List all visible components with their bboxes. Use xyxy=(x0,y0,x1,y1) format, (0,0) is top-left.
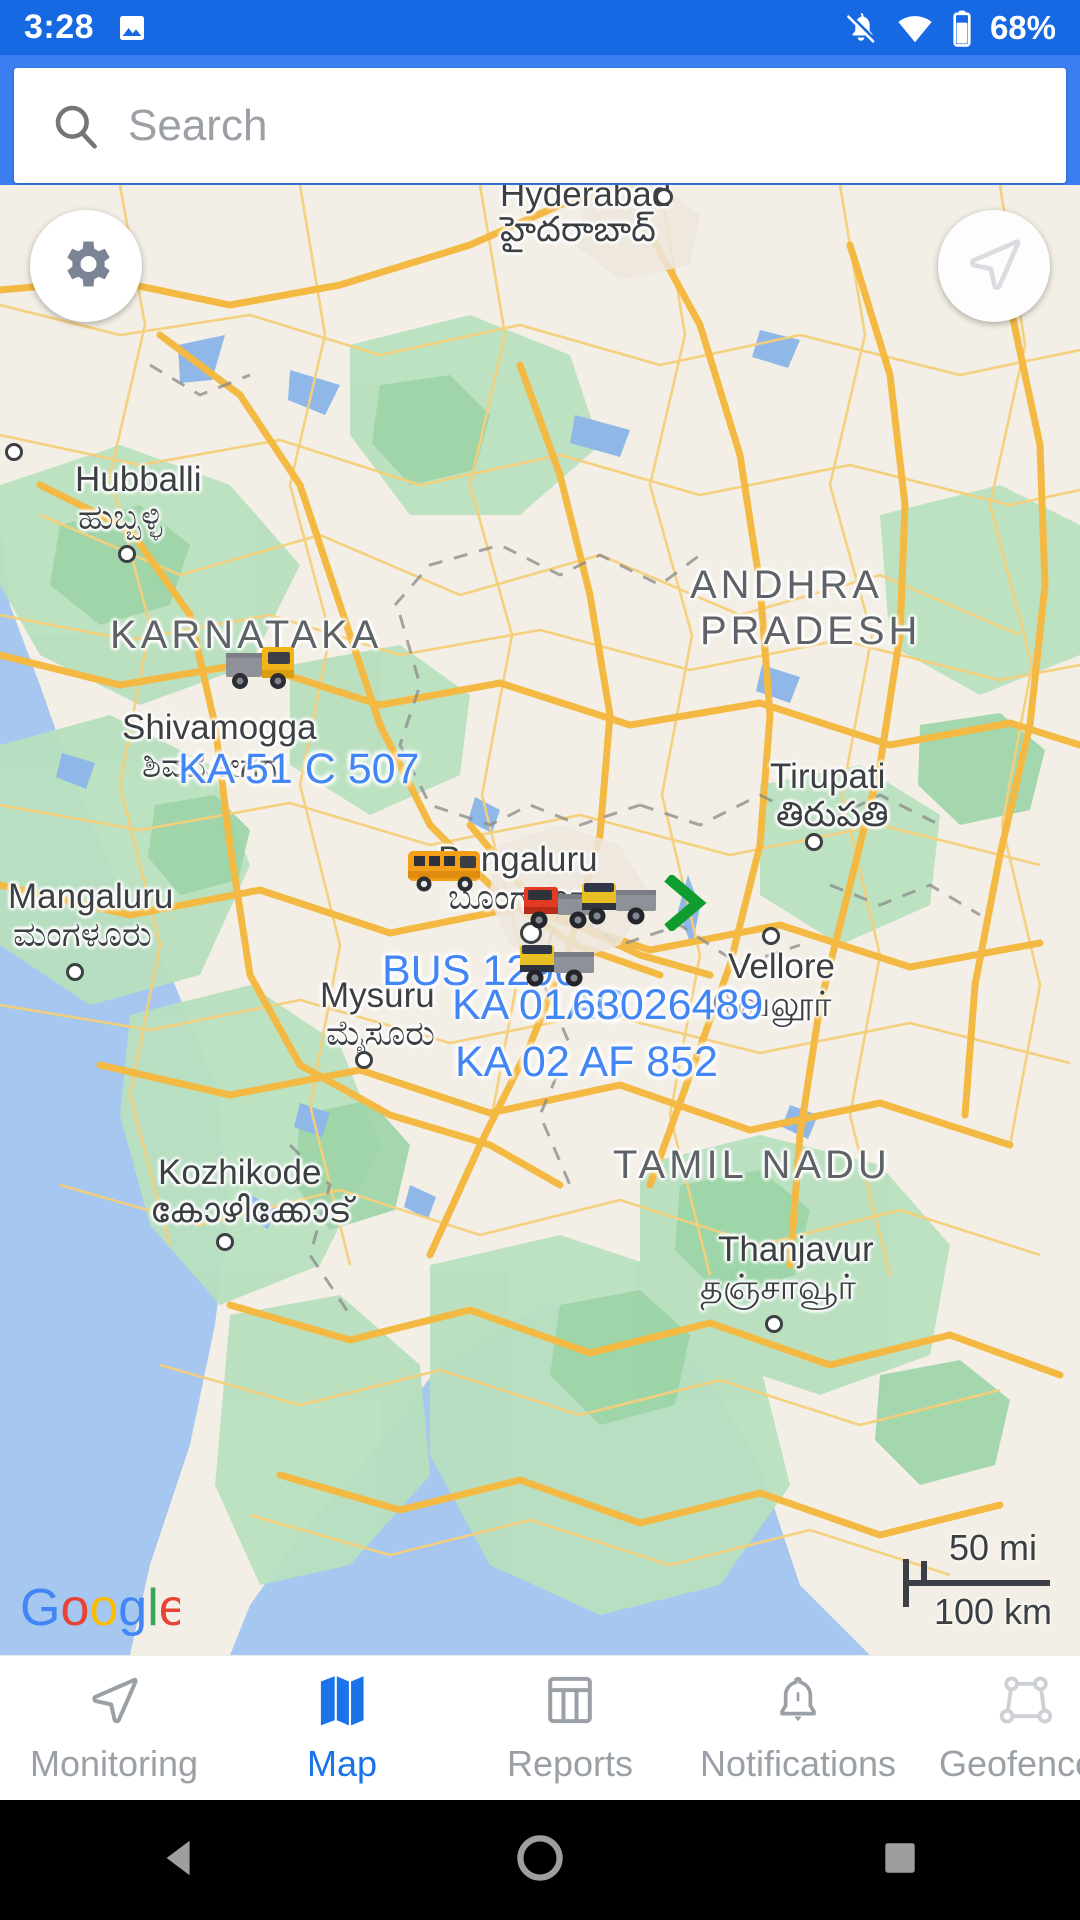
status-time: 3:28 xyxy=(24,8,95,46)
vehicle-label-ka51c507[interactable]: KA 51 C 507 xyxy=(178,745,419,794)
nav-item-geofences[interactable]: Geofences xyxy=(912,1656,1080,1800)
state-label-tamilnadu: TAMIL NADU xyxy=(613,1143,891,1187)
image-icon xyxy=(116,12,148,44)
truck-yellow-icon xyxy=(226,647,294,689)
home-circle-icon xyxy=(515,1833,565,1888)
city-label-mysuru-loc: ಮೈಸೂರು xyxy=(326,1014,435,1053)
nav-item-notifications[interactable]: Notifications xyxy=(684,1656,912,1800)
vehicle-marker-ka02af852[interactable] xyxy=(516,935,600,998)
navigation-arrow-icon xyxy=(86,1672,142,1733)
city-label-tirupati-en: Tirupati xyxy=(770,757,886,796)
map-icon xyxy=(316,1672,368,1733)
scale-line xyxy=(903,1559,1052,1607)
geofence-icon xyxy=(999,1672,1053,1733)
vehicle-marker-ka51c507[interactable] xyxy=(222,637,308,700)
map-settings-button[interactable] xyxy=(30,210,142,322)
bell-off-icon xyxy=(843,10,879,46)
bus-orange-icon xyxy=(408,851,480,892)
app-root: 3:28 68% Search Hyderabad హైదరాబాద్ Hubb… xyxy=(0,0,1080,1920)
city-label-mangaluru-en: Mangaluru xyxy=(8,877,174,916)
svg-text:Google: Google xyxy=(20,1583,180,1637)
city-dot-mysuru xyxy=(355,1051,373,1069)
search-icon xyxy=(50,100,102,152)
navigation-arrow-icon xyxy=(963,233,1025,300)
back-triangle-icon xyxy=(157,1835,203,1886)
city-dot-kozhikode xyxy=(216,1233,234,1251)
city-dot-tirupati xyxy=(805,833,823,851)
state-label-pradesh: PRADESH xyxy=(700,609,922,653)
vehicle-label-63026489[interactable]: 63026489 xyxy=(572,981,763,1030)
android-recents-button[interactable] xyxy=(810,1800,990,1920)
search-bar[interactable] xyxy=(14,68,1066,183)
nav-item-monitoring[interactable]: Monitoring xyxy=(0,1656,228,1800)
android-home-button[interactable] xyxy=(450,1800,630,1920)
map-locate-button[interactable] xyxy=(938,210,1050,322)
nav-item-reports[interactable]: Reports xyxy=(456,1656,684,1800)
bell-icon xyxy=(772,1672,824,1733)
city-dot-mangaluru xyxy=(66,963,84,981)
city-label-shivamogga-en: Shivamogga xyxy=(122,708,317,747)
city-label-thanjavur-en: Thanjavur xyxy=(718,1230,874,1269)
battery-icon xyxy=(951,9,973,47)
city-dot-left-edge xyxy=(5,443,23,461)
arrow-green-icon xyxy=(664,873,707,933)
status-left-icons xyxy=(116,12,148,44)
map-scale-bar: 50 mi 100 km xyxy=(903,1527,1052,1633)
search-input[interactable] xyxy=(102,68,1066,183)
android-back-button[interactable] xyxy=(90,1800,270,1920)
city-dot-thanjavur xyxy=(765,1315,783,1333)
vehicle-label-ka02af852[interactable]: KA 02 AF 852 xyxy=(455,1038,718,1087)
google-logo: Google xyxy=(20,1579,188,1637)
truck-yellow-dark-icon xyxy=(582,883,656,925)
status-bar: 3:28 68% xyxy=(0,0,1080,55)
map-canvas[interactable]: Hyderabad హైదరాబాద్ Hubballi ಹುಬ್ಬಳ್ಳಿ S… xyxy=(0,185,1080,1655)
status-right-icons: 68% xyxy=(843,9,1056,47)
truck-yellow-dark-icon-2 xyxy=(520,945,594,987)
vehicle-marker-bus1296[interactable] xyxy=(405,845,491,900)
state-label-andhra: ANDHRA xyxy=(690,563,883,607)
city-label-hyderabad-loc: హైదరాబాద్ xyxy=(500,210,656,249)
city-label-kozhikode-loc: കോഴിക്കോട് xyxy=(150,1191,352,1230)
wifi-icon xyxy=(896,9,934,47)
city-label-kozhikode-en: Kozhikode xyxy=(158,1153,322,1192)
nav-label-reports: Reports xyxy=(506,1742,634,1784)
search-header xyxy=(0,55,1080,185)
battery-percent: 68% xyxy=(989,8,1056,46)
bottom-navigation: Monitoring Map Reports Notifications Geo… xyxy=(0,1655,1080,1800)
vehicle-marker-63026489[interactable] xyxy=(578,873,662,936)
table-icon xyxy=(543,1672,597,1733)
vehicle-marker-green-arrow[interactable] xyxy=(662,873,708,936)
city-dot-hubballi xyxy=(118,545,136,563)
city-dot-hyderabad xyxy=(655,188,673,206)
recents-square-icon xyxy=(879,1837,921,1884)
nav-label-geofences: Geofences xyxy=(938,1742,1080,1784)
city-label-tirupati-loc: తిరుపతి xyxy=(776,795,889,834)
nav-label-monitoring: Monitoring xyxy=(29,1742,199,1784)
android-navigation-bar xyxy=(0,1800,1080,1920)
nav-label-map: Map xyxy=(306,1742,378,1784)
city-dot-vellore xyxy=(762,927,780,945)
city-label-hubballi-en: Hubballi xyxy=(75,460,202,499)
gear-icon xyxy=(56,234,116,299)
city-label-thanjavur-loc: தஞ்சாவூர் xyxy=(700,1268,856,1307)
nav-item-map[interactable]: Map xyxy=(228,1656,456,1800)
city-label-mangaluru-loc: ಮಂಗಳೂರು xyxy=(13,915,152,954)
city-label-hubballi-loc: ಹುಬ್ಬಳ್ಳಿ xyxy=(78,498,163,537)
nav-label-notifications: Notifications xyxy=(699,1742,897,1784)
